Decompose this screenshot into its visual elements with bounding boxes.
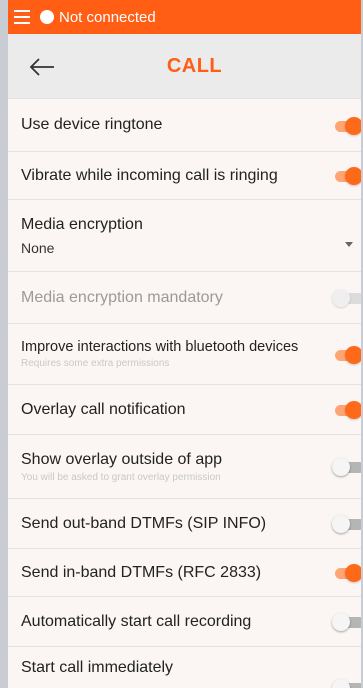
outband-dtmf-toggle[interactable] (332, 515, 361, 533)
page-title: CALL (166, 54, 223, 77)
setting-use-ringtone[interactable]: Use device ringtone (8, 99, 361, 152)
bluetooth-toggle[interactable] (335, 346, 361, 364)
use-ringtone-toggle[interactable] (335, 117, 361, 135)
setting-label: Vibrate while incoming call is ringing (21, 166, 278, 184)
setting-label: Send in-band DTMFs (RFC 2833) (21, 563, 262, 581)
media-encryption-value: None (21, 239, 55, 256)
start-immediately-toggle[interactable] (332, 679, 361, 688)
setting-label: Start call immediately (21, 659, 174, 676)
setting-label: Automatically start call recording (21, 612, 252, 630)
setting-label: Media encryption (21, 215, 143, 233)
setting-sublabel: Requires some extra permissions (21, 358, 170, 369)
encryption-mandatory-toggle (332, 289, 361, 307)
setting-label: Overlay call notification (21, 400, 186, 418)
setting-auto-record[interactable]: Automatically start call recording (8, 597, 361, 647)
setting-label: Use device ringtone (21, 116, 163, 133)
setting-label: Show overlay outside of app (21, 450, 223, 468)
setting-label: Media encryption mandatory (21, 288, 223, 306)
setting-start-immediately[interactable]: Start call immediately (8, 647, 361, 688)
setting-overlay-notification[interactable]: Overlay call notification (8, 385, 361, 435)
inband-dtmf-toggle[interactable] (335, 564, 361, 582)
setting-outband-dtmf[interactable]: Send out-band DTMFs (SIP INFO) (8, 499, 361, 549)
dropdown-caret-icon (345, 242, 353, 247)
connection-status-icon (40, 10, 54, 24)
title-bar: CALL (8, 34, 361, 99)
overlay-notification-toggle[interactable] (335, 401, 361, 419)
setting-media-encryption[interactable]: Media encryption None (8, 200, 361, 272)
setting-sublabel: You will be asked to grant overlay permi… (21, 471, 221, 483)
setting-vibrate[interactable]: Vibrate while incoming call is ringing (8, 152, 361, 200)
setting-inband-dtmf[interactable]: Send in-band DTMFs (RFC 2833) (8, 549, 361, 597)
setting-label: Send out-band DTMFs (SIP INFO) (21, 514, 267, 532)
settings-screen: Not connected CALL Use device ringtone V… (8, 0, 361, 688)
setting-bluetooth[interactable]: Improve interactions with bluetooth devi… (8, 324, 361, 385)
connection-status-text: Not connected (59, 8, 156, 26)
menu-icon[interactable] (14, 10, 30, 24)
setting-label: Improve interactions with bluetooth devi… (21, 339, 299, 355)
status-bar: Not connected (8, 0, 361, 34)
back-arrow-icon[interactable] (28, 56, 56, 78)
vibrate-toggle[interactable] (335, 167, 361, 185)
auto-record-toggle[interactable] (332, 613, 361, 631)
setting-overlay-outside[interactable]: Show overlay outside of app You will be … (8, 435, 361, 499)
setting-encryption-mandatory: Media encryption mandatory (8, 272, 361, 324)
overlay-outside-toggle[interactable] (332, 458, 361, 476)
